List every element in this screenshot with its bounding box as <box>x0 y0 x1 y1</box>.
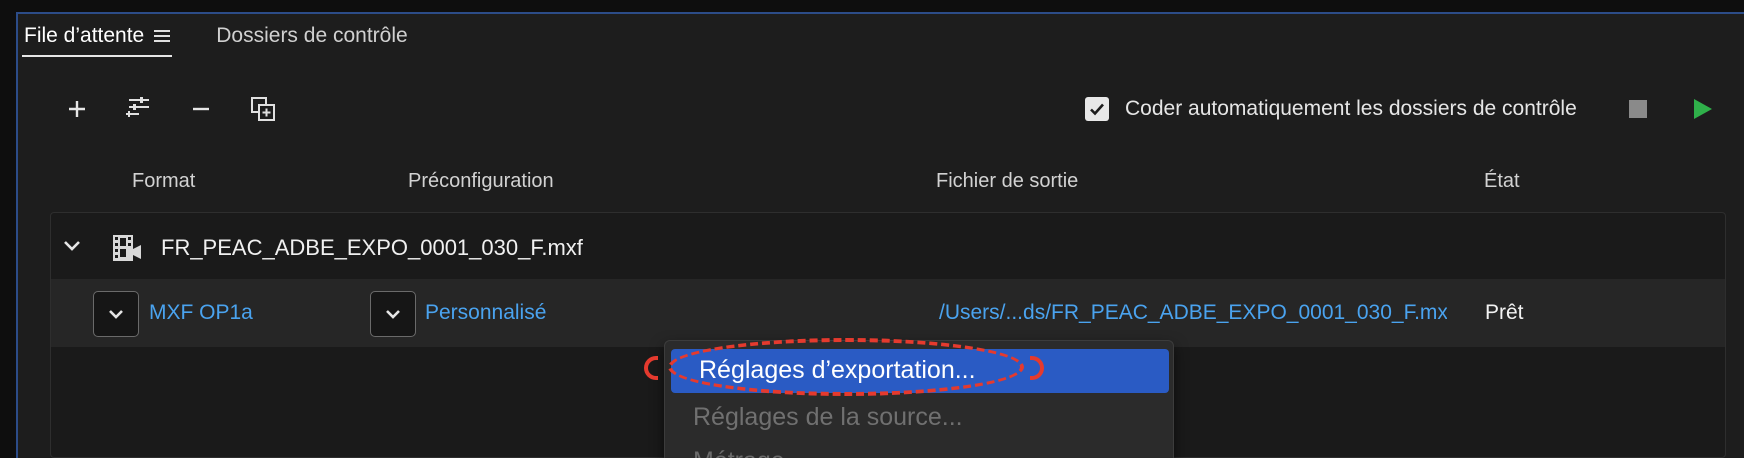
tab-watch-folders[interactable]: Dossiers de contrôle <box>214 20 409 54</box>
preset-dropdown-button[interactable] <box>370 291 416 337</box>
format-link[interactable]: MXF OP1a <box>149 301 253 325</box>
duplicate-icon[interactable] <box>246 92 280 126</box>
preset-settings-icon[interactable] <box>122 92 156 126</box>
menu-item-export-settings[interactable]: Réglages d’exportation... <box>671 349 1169 393</box>
remove-icon[interactable] <box>184 92 218 126</box>
auto-encode-checkbox[interactable] <box>1085 97 1109 121</box>
auto-encode-option: Coder automatiquement les dossiers de co… <box>1085 94 1577 124</box>
menu-item-footage[interactable]: Métrage... <box>693 447 806 458</box>
add-icon[interactable] <box>60 92 94 126</box>
column-output[interactable]: Fichier de sortie <box>936 170 1078 193</box>
context-menu: Réglages d’exportation... Réglages de la… <box>664 340 1174 458</box>
column-format[interactable]: Format <box>132 170 195 193</box>
film-icon <box>111 233 143 268</box>
auto-encode-label: Coder automatiquement les dossiers de co… <box>1125 97 1577 120</box>
column-status[interactable]: État <box>1484 170 1520 193</box>
format-dropdown-button[interactable] <box>93 291 139 337</box>
preset-link[interactable]: Personnalisé <box>425 301 546 325</box>
queue-toolbar <box>60 92 308 126</box>
play-icon[interactable] <box>1694 99 1712 119</box>
chevron-down-icon[interactable] <box>61 235 83 262</box>
source-group-row[interactable]: FR_PEAC_ADBE_EXPO_0001_030_F.mxf <box>51 213 1725 279</box>
encode-item-row[interactable]: MXF OP1a Personnalisé /Users/...ds/FR_PE… <box>51 279 1725 347</box>
output-file-link[interactable]: /Users/...ds/FR_PEAC_ADBE_EXPO_0001_030_… <box>939 301 1447 325</box>
stop-icon[interactable] <box>1629 100 1647 118</box>
source-filename: FR_PEAC_ADBE_EXPO_0001_030_F.mxf <box>161 235 583 260</box>
tab-queue[interactable]: File d’attente <box>22 20 173 57</box>
tab-watch-folders-label: Dossiers de contrôle <box>216 24 408 47</box>
menu-item-source-settings[interactable]: Réglages de la source... <box>693 403 963 432</box>
tab-queue-label: File d’attente <box>24 24 145 47</box>
panel-menu-icon[interactable] <box>154 27 171 45</box>
status-text: Prêt <box>1485 301 1524 324</box>
column-preset[interactable]: Préconfiguration <box>408 170 554 193</box>
panel-tabs: File d’attente Dossiers de contrôle <box>22 20 410 60</box>
